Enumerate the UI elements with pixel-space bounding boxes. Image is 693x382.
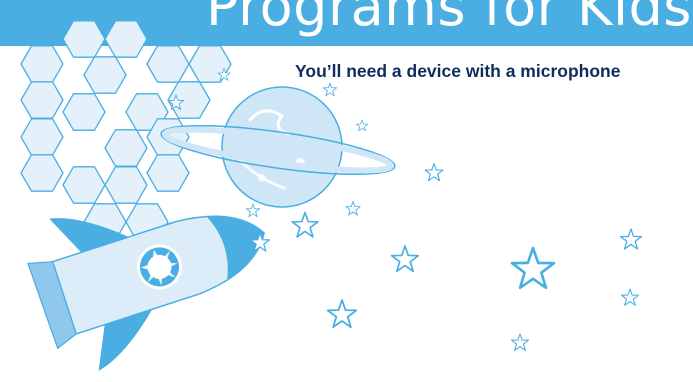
space-illustration — [20, 20, 643, 371]
